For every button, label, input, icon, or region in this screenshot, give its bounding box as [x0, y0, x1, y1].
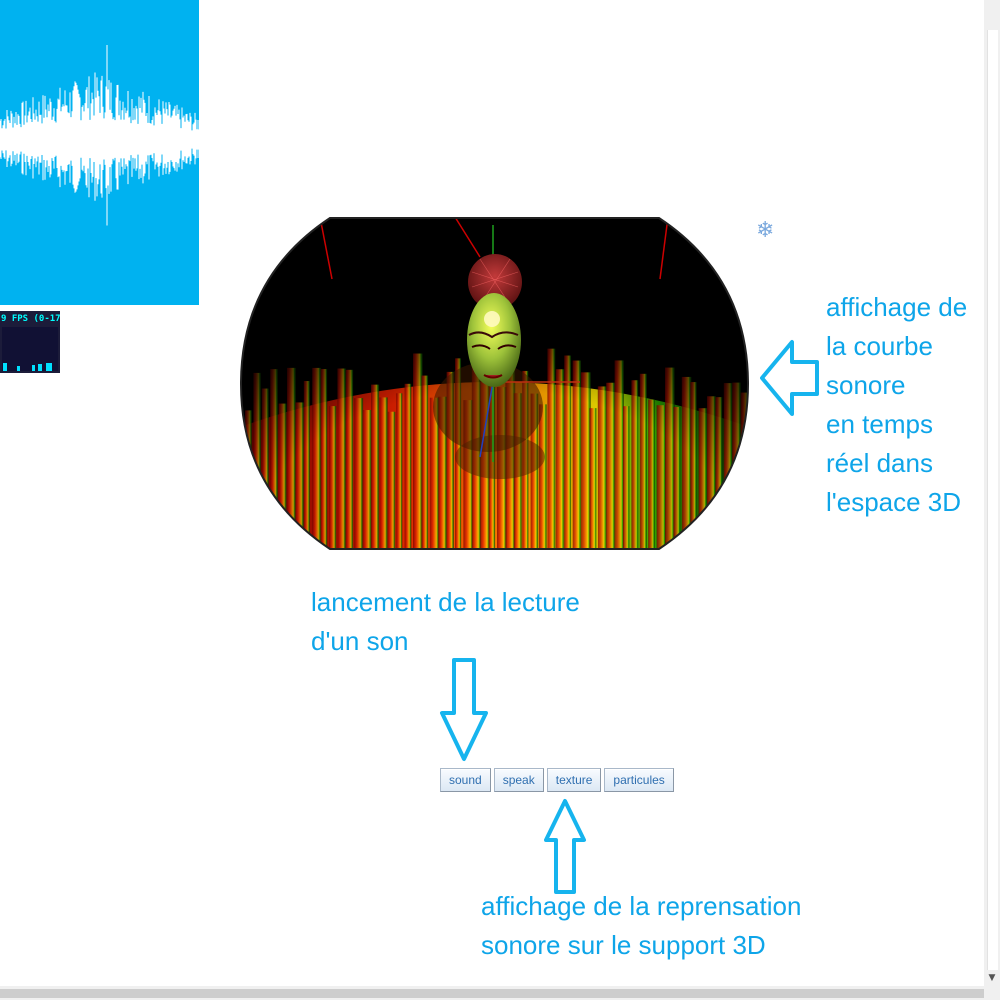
annotation-realtime-curve: affichage de la courbe sonore en temps r…: [826, 292, 968, 517]
fps-graph-bars: [3, 363, 52, 371]
particules-button[interactable]: particules: [604, 768, 674, 792]
snowflake-icon: ❄: [756, 218, 775, 243]
horizontal-scrollbar[interactable]: [0, 986, 984, 1000]
fps-label: 9 FPS (0-17): [1, 314, 60, 324]
control-button-bar: sound speak texture particules: [440, 768, 674, 792]
speak-button[interactable]: speak: [493, 768, 544, 792]
scroll-down-icon[interactable]: ▼: [984, 970, 1000, 986]
sound-button[interactable]: sound: [440, 768, 491, 792]
texture-button[interactable]: texture: [546, 768, 602, 792]
3d-viewport[interactable]: [239, 217, 750, 550]
left-arrow-icon: [760, 340, 819, 416]
fps-stats-widget[interactable]: 9 FPS (0-17): [0, 311, 60, 373]
audio-waveform-panel: [0, 0, 199, 305]
horizontal-scroll-thumb[interactable]: [0, 989, 984, 998]
vertical-scrollbar[interactable]: ▼: [984, 0, 1000, 986]
waveform-graphic: [0, 45, 199, 226]
annotation-play-sound: lancement de la lecture d'un son: [311, 587, 580, 656]
annotation-support-representation: affichage de la reprensation sonore sur …: [481, 891, 802, 960]
up-arrow-icon: [544, 799, 586, 894]
vertical-scroll-thumb[interactable]: [987, 30, 998, 970]
fps-graph: [2, 327, 58, 371]
down-arrow-icon: [440, 658, 488, 761]
scrollbar-corner: [984, 986, 1000, 1000]
